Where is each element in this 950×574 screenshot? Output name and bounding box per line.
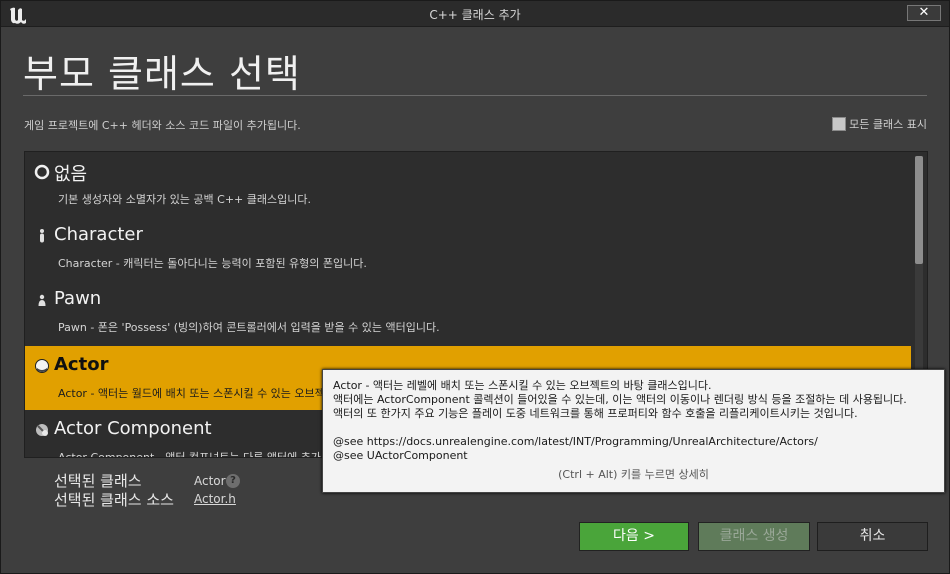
actor-component-icon [36,424,48,436]
tooltip-line: Actor - 액터는 레벨에 배치 또는 스폰시킬 수 있는 오브젝트의 바탕… [333,379,712,392]
list-item-none[interactable]: 없음 기본 생성자와 소멸자가 있는 공백 C++ 클래스입니다. [25,152,911,216]
class-name: 없음 [54,164,88,185]
pawn-icon [38,294,46,306]
page-description: 게임 프로젝트에 C++ 헤더와 소스 코드 파일이 추가됩니다. [24,119,301,132]
empty-circle-icon [34,164,50,180]
tooltip-see-class: @see UActorComponent [333,449,468,462]
close-button[interactable]: ✕ [907,5,941,21]
page-title: 부모 클래스 선택 [23,52,301,96]
class-tooltip: Actor - 액터는 레벨에 배치 또는 스폰시킬 수 있는 오브젝트의 바탕… [322,369,945,493]
cancel-button[interactable]: 취소 [817,522,928,551]
tooltip-line: 액터에는 ActorComponent 콜렉션이 들어있을 수 있는데, 이는 … [333,393,907,406]
create-class-button[interactable]: 클래스 생성 [698,522,810,551]
class-description: 기본 생성자와 소멸자가 있는 공백 C++ 클래스입니다. [58,193,311,206]
show-all-classes-toggle[interactable]: 모든 클래스 표시 [832,116,927,132]
list-item-character[interactable]: Character Character - 캐릭터는 돌아다니는 능력이 포함된… [25,216,911,280]
class-description: Actor Component - 액터 컴포넌트는 다른 액터에 추가 [58,451,321,458]
selected-source-label: 선택된 클래스 소스 [54,491,174,509]
tooltip-hint: (Ctrl + Alt) 키를 누르면 상세히 [558,468,709,481]
scrollbar-thumb[interactable] [915,156,923,264]
help-icon[interactable]: ? [226,474,240,488]
class-name: Character [54,224,143,245]
selected-class-label: 선택된 클래스 [54,472,142,490]
add-cpp-class-dialog: C++ 클래스 추가 ✕ 부모 클래스 선택 게임 프로젝트에 C++ 헤더와 … [0,0,950,574]
title-bar[interactable]: C++ 클래스 추가 ✕ [1,1,949,27]
character-icon [40,229,44,243]
class-name: Actor [54,354,109,375]
selected-class-value: Actor [194,474,226,488]
next-button[interactable]: 다음 > [579,522,689,551]
actor-icon [35,359,49,373]
tooltip-line: 액터의 또 한가지 주요 기능은 플레이 도중 네트워크를 통해 프로퍼티와 함… [333,407,858,420]
selected-source-link[interactable]: Actor.h [194,492,236,506]
tooltip-see-link: @see https://docs.unrealengine.com/lates… [333,435,818,448]
show-all-checkbox[interactable] [832,117,847,131]
window-title: C++ 클래스 추가 [429,8,521,22]
class-name: Actor Component [54,418,212,439]
class-name: Pawn [54,288,102,309]
class-description: Character - 캐릭터는 돌아다니는 능력이 포함된 유형의 폰입니다. [58,257,367,270]
show-all-label: 모든 클래스 표시 [849,118,927,131]
list-item-pawn[interactable]: Pawn Pawn - 폰은 'Possess' (빙의)하여 콘트롤러에서 입… [25,280,911,344]
divider [23,95,927,96]
class-description: Pawn - 폰은 'Possess' (빙의)하여 콘트롤러에서 입력을 받을… [58,321,440,334]
